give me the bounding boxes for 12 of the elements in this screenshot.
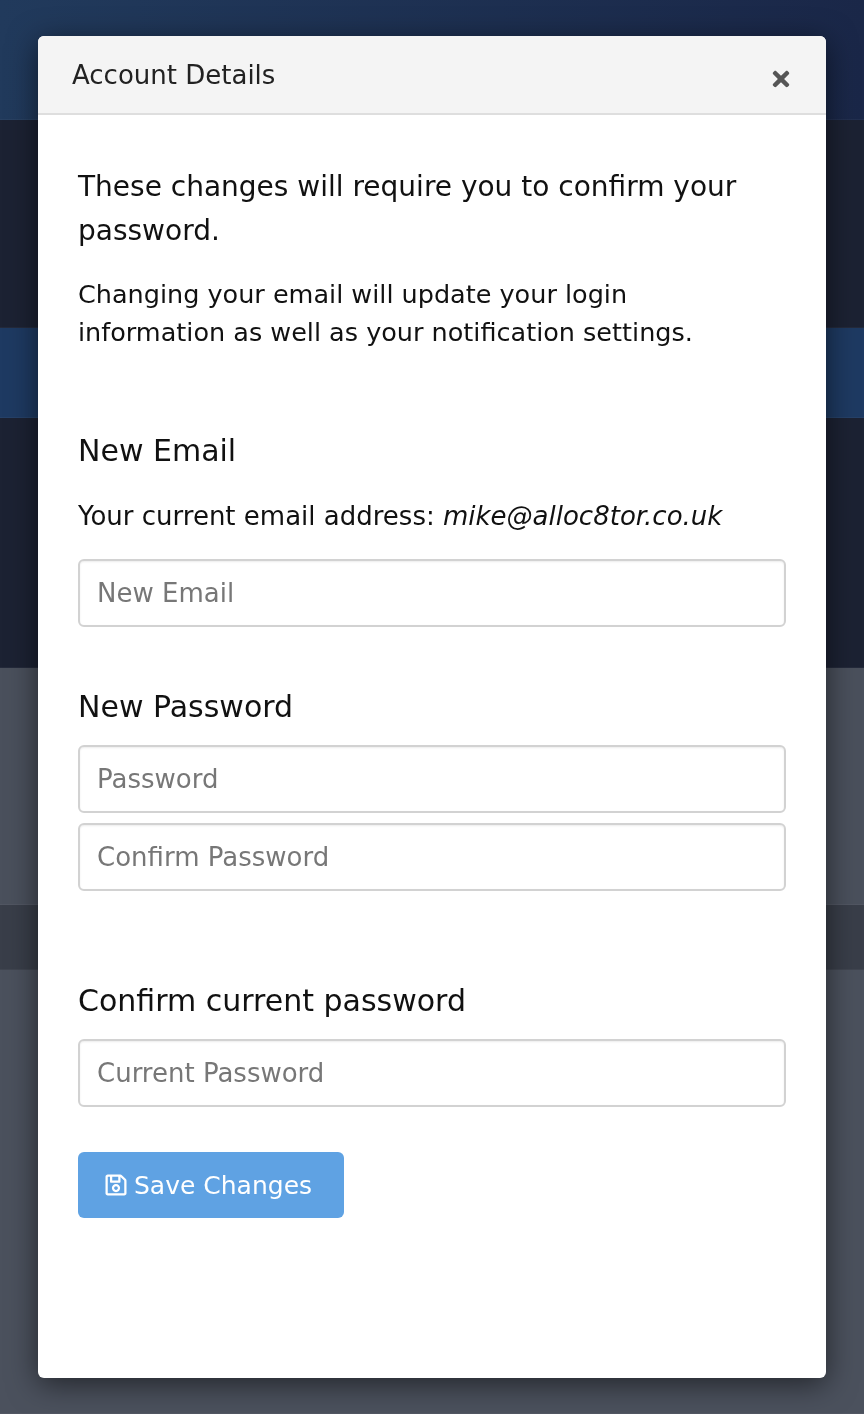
save-changes-button[interactable]: Save Changes	[78, 1152, 344, 1218]
input-field[interactable]: New Email	[78, 559, 786, 627]
input-field[interactable]: Password	[78, 745, 786, 813]
confirm-notice-heading: These changes will require you to confirm your password.	[78, 169, 738, 249]
section-heading: New Password	[78, 688, 295, 726]
input-field[interactable]: Confirm Password	[78, 823, 786, 891]
input-field[interactable]: Current Password	[78, 1039, 786, 1107]
dialog-title: Account Details	[72, 59, 276, 90]
section-heading: New Email	[78, 432, 238, 470]
section-heading: Confirm current password	[78, 982, 467, 1020]
intro-text: Changing your email will update your login information as well as your notification settings.	[78, 278, 694, 349]
current-email-note: Your current email address: mike@alloc8tor.co.uk	[78, 500, 724, 533]
